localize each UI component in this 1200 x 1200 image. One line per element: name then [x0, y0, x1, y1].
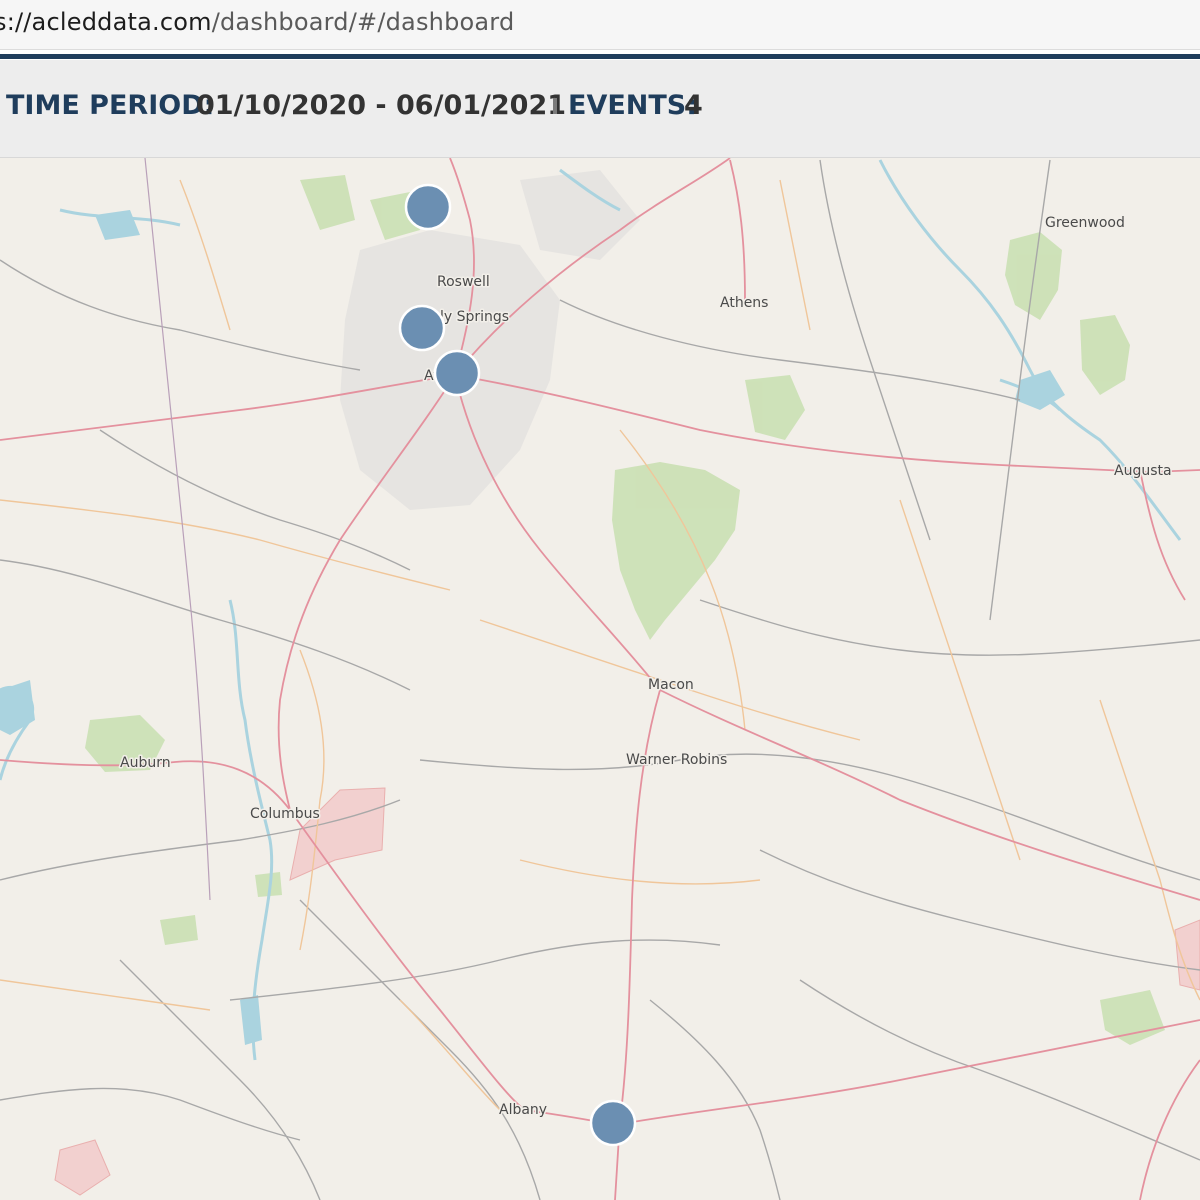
minor-roads — [0, 159, 1200, 1200]
secondary-roads — [0, 179, 1200, 1111]
events-count: 4 — [684, 90, 703, 121]
city-label-albany: Albany — [499, 1102, 547, 1118]
time-period-value: 01/10/2020 - 06/01/2021 — [196, 90, 567, 121]
city-label-roswell: Roswell — [437, 274, 490, 290]
events-label: EVENTS: — [568, 90, 698, 121]
map-canvas[interactable]: Greenwood Roswell Athens ly Springs Atla… — [0, 158, 1200, 1200]
park-areas — [85, 175, 1165, 1045]
city-label-athens: Athens — [720, 295, 768, 311]
event-marker[interactable] — [433, 349, 481, 397]
city-label-columbus: Columbus — [250, 806, 320, 822]
event-marker[interactable] — [398, 304, 446, 352]
city-label-sandy-springs: ly Springs — [440, 309, 509, 325]
url-path: /dashboard/#/dashboard — [211, 8, 515, 36]
city-label-warner-robins: Warner Robins — [626, 752, 727, 768]
dashboard-header: TIME PERIOD: 01/10/2020 - 06/01/2021 EVE… — [0, 60, 1200, 158]
url-host: s://acleddata.com — [0, 8, 212, 36]
browser-url-bar[interactable]: s://acleddata.com/dashboard/#/dashboard — [0, 0, 1200, 50]
header-accent-line — [0, 50, 1200, 60]
major-roads — [0, 158, 1200, 1200]
city-label-augusta: Augusta — [1114, 463, 1172, 479]
city-label-greenwood: Greenwood — [1045, 215, 1125, 231]
map-view[interactable]: Greenwood Roswell Athens ly Springs Atla… — [0, 158, 1200, 1200]
event-marker[interactable] — [589, 1099, 637, 1147]
time-period-label: TIME PERIOD: — [6, 90, 215, 121]
header-separator — [553, 98, 557, 114]
city-label-macon: Macon — [648, 677, 694, 693]
city-label-auburn: Auburn — [120, 755, 171, 771]
url-text[interactable]: s://acleddata.com/dashboard/#/dashboard — [0, 8, 514, 36]
city-labels: Greenwood Roswell Athens ly Springs Atla… — [119, 214, 1174, 1120]
event-marker[interactable] — [404, 183, 452, 231]
